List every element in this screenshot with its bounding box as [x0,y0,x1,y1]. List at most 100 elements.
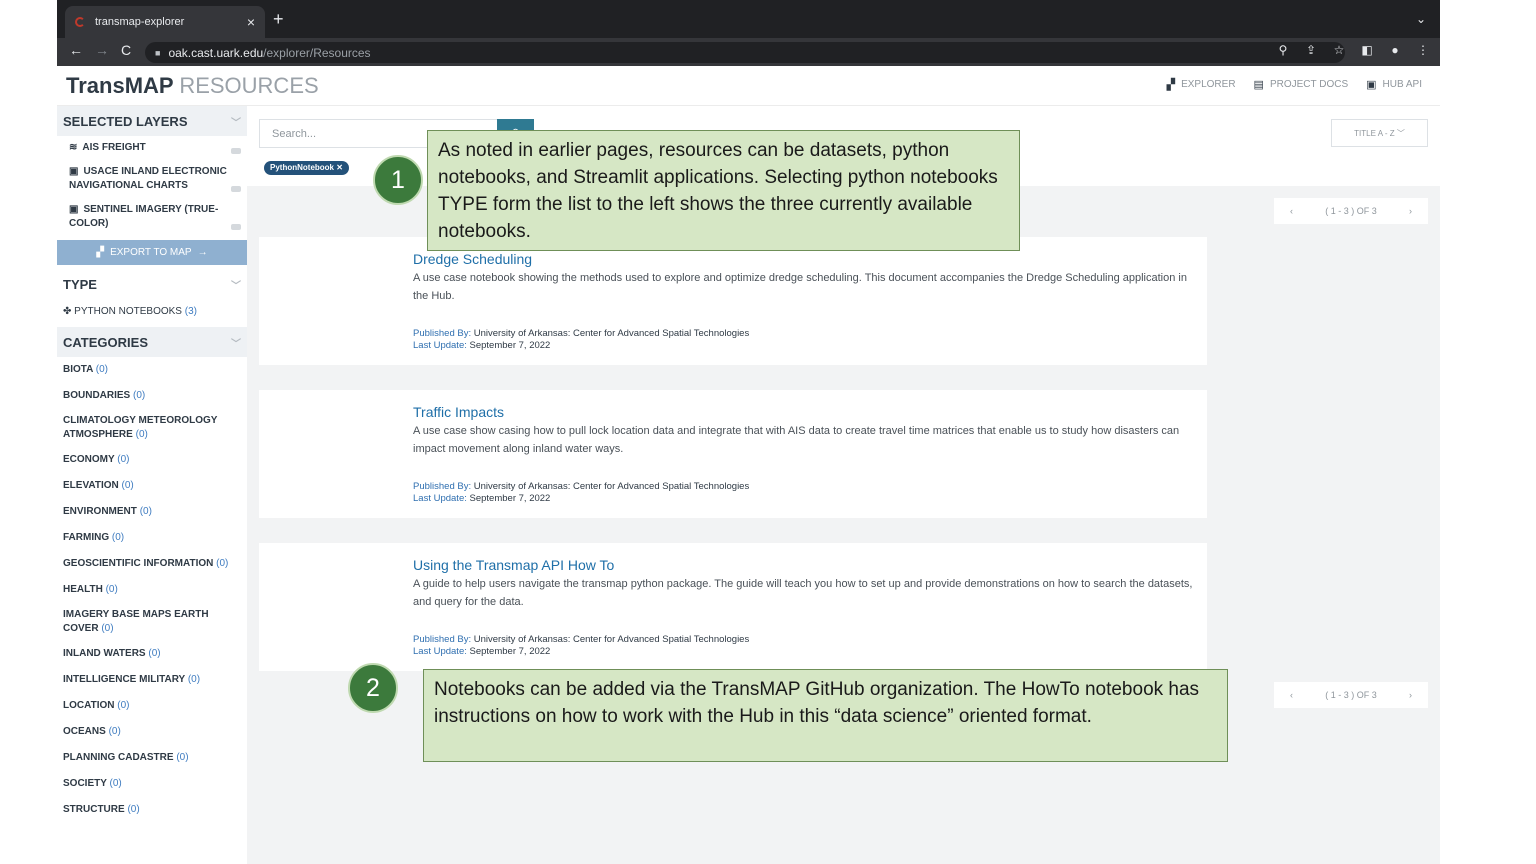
top-nav: ▞ EXPLORER ▤ PROJECT DOCS ▣ HUB API [1167,78,1422,91]
sort-label: TITLE A - Z [1354,128,1395,138]
forward-icon[interactable]: → [95,42,109,58]
category-count: (0) [111,532,125,543]
annotation-callout-2: Notebooks can be added via the TransMAP … [423,669,1228,762]
type-item-python-notebooks[interactable]: ✤ PYTHON NOTEBOOKS (3) [57,299,247,325]
category-label: ENVIRONMENT [63,506,137,517]
published-label: Published By: [413,481,472,492]
selected-layers-header[interactable]: SELECTED LAYERS ﹀ [57,106,247,136]
nav-project-docs[interactable]: ▤ PROJECT DOCS [1254,78,1349,91]
category-label: OCEANS [63,726,106,737]
sidebar: SELECTED LAYERS ﹀ ≋ AIS FREIGHT ▣ USACE IN… [57,106,247,864]
category-count: (0) [187,674,201,685]
category-label: SOCIETY [63,778,107,789]
category-item[interactable]: PLANNING CADASTRE (0) [57,745,247,771]
sidepanel-icon[interactable]: ◧ [1360,43,1374,57]
back-icon[interactable]: ← [69,42,83,58]
nav-project-docs-label: PROJECT DOCS [1269,79,1349,90]
category-label: FARMING [63,532,110,543]
new-tab-button[interactable]: + [273,9,284,30]
visibility-toggle-icon[interactable] [231,224,241,230]
brand-sub: RESOURCES [179,73,319,98]
resource-card[interactable]: Dredge Scheduling A use case notebook sh… [259,237,1207,365]
category-label: BIOTA [63,364,93,375]
image-icon: ▣ [69,204,79,215]
category-count: (0) [133,390,146,401]
export-label: EXPORT TO MAP [110,247,192,258]
category-item[interactable]: BOUNDARIES (0) [57,383,247,409]
export-to-map-button[interactable]: ▞ EXPORT TO MAP → [57,240,247,265]
annotation-badge-2: 2 [348,663,398,713]
category-item[interactable]: BIOTA (0) [57,357,247,383]
sort-select[interactable]: TITLE A - Z ﹀ [1331,119,1428,147]
category-count: (0) [121,480,134,491]
next-page-icon[interactable]: › [1409,206,1412,216]
profile-icon[interactable]: ● [1388,43,1402,57]
pager-bottom: ‹ ( 1 - 3 ) OF 3 › [1274,682,1428,708]
category-count: (0) [127,804,140,815]
tab-search-icon[interactable]: ⌄ [1416,12,1426,26]
next-page-icon[interactable]: › [1409,690,1412,700]
book-icon: ▤ [1253,79,1264,91]
zoom-icon[interactable]: ⚲ [1276,43,1290,57]
address-bar[interactable]: ■ oak.cast.uark.edu/explorer/Resources [145,42,1345,63]
prev-page-icon[interactable]: ‹ [1290,206,1293,216]
browser-tab[interactable]: transmap-explorer × [65,6,265,38]
publisher: University of Arkansas: Center for Advan… [473,634,750,645]
card-title[interactable]: Traffic Impacts [413,404,504,420]
layer-item[interactable]: ▣ SENTINEL IMAGERY (TRUE-COLOR) [57,198,247,236]
share-icon[interactable]: ⇪ [1304,43,1318,57]
chip-close-icon[interactable]: ✕ [336,163,343,172]
categories-header[interactable]: CATEGORIES ﹀ [57,327,247,357]
type-header[interactable]: TYPE ﹀ [57,269,247,299]
layer-item[interactable]: ▣ USACE INLAND ELECTRONIC NAVIGATIONAL CH… [57,160,247,198]
category-item[interactable]: OCEANS (0) [57,719,247,745]
category-item[interactable]: LOCATION (0) [57,693,247,719]
resource-card[interactable]: Traffic Impacts A use case show casing h… [259,390,1207,518]
reload-icon[interactable]: C [121,42,131,58]
category-item[interactable]: INTELLIGENCE MILITARY (0) [57,667,247,693]
category-count: (0) [108,726,121,737]
browser-actions: ⚲ ⇪ ☆ ◧ ● ⋮ [1276,43,1430,57]
publisher: University of Arkansas: Center for Advan… [473,481,750,492]
category-item[interactable]: SOCIETY (0) [57,771,247,797]
category-item[interactable]: ELEVATION (0) [57,473,247,499]
card-description: A guide to help users navigate the trans… [413,578,1193,608]
filter-chip[interactable]: PythonNotebook ✕ [264,161,349,175]
type-count: (3) [184,306,197,317]
nav-explorer-label: EXPLORER [1181,79,1236,90]
filter-chip-label: PythonNotebook [270,163,334,172]
menu-dots-icon[interactable]: ⋮ [1416,43,1430,57]
category-item[interactable]: ECONOMY (0) [57,447,247,473]
category-count: (0) [105,584,118,595]
category-count: (0) [117,454,130,465]
category-item[interactable]: HEALTH (0) [57,577,247,603]
category-label: INTELLIGENCE MILITARY [63,674,186,685]
visibility-toggle-icon[interactable] [231,148,241,154]
chevron-down-icon: ﹀ [231,338,241,350]
category-item[interactable]: INLAND WATERS (0) [57,641,247,667]
tab-close-icon[interactable]: × [247,14,255,30]
pager-text: ( 1 - 3 ) OF 3 [1325,206,1377,216]
bookmark-star-icon[interactable]: ☆ [1332,43,1346,57]
category-label: HEALTH [63,584,103,595]
nav-explorer[interactable]: ▞ EXPLORER [1167,78,1236,91]
resource-card[interactable]: Using the Transmap API How To A guide to… [259,543,1207,671]
card-title[interactable]: Dredge Scheduling [413,251,532,267]
layer-item[interactable]: ≋ AIS FREIGHT [57,136,247,160]
card-title[interactable]: Using the Transmap API How To [413,557,614,573]
category-item[interactable]: FARMING (0) [57,525,247,551]
browser-toolbar: ← → C ■ oak.cast.uark.edu/explorer/Resou… [57,38,1440,66]
category-label: GEOSCIENTIFIC INFORMATION [63,558,214,569]
card-description: A use case show casing how to pull lock … [413,425,1180,455]
visibility-toggle-icon[interactable] [231,186,241,192]
category-item[interactable]: IMAGERY BASE MAPS EARTH COVER (0) [57,603,247,641]
nav-hub-api[interactable]: ▣ HUB API [1366,78,1422,91]
image-icon: ▣ [69,166,79,177]
category-item[interactable]: STRUCTURE (0) [57,797,247,823]
category-item[interactable]: CLIMATOLOGY METEOROLOGY ATMOSPHERE (0) [57,409,247,447]
category-item[interactable]: ENVIRONMENT (0) [57,499,247,525]
category-item[interactable]: GEOSCIENTIFIC INFORMATION (0) [57,551,247,577]
updated-label: Last Update: [413,646,467,657]
prev-page-icon[interactable]: ‹ [1290,690,1293,700]
category-label: LOCATION [63,700,115,711]
